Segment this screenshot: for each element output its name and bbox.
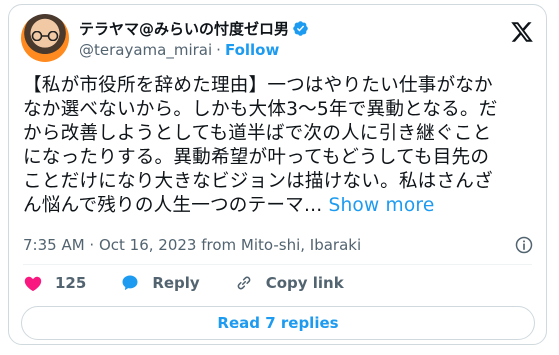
author-name-row: テラヤマ@みらいの忖度ゼロ男 [79, 18, 309, 39]
tweet-text-last-line: ん悩んで残りの人生一つのテーマ... Show more [23, 194, 535, 218]
tweet-text-line: から改善しようとしても道半ばで次の人に引き継ぐこと [23, 123, 492, 144]
tweet-text-line: 【私が市役所を辞めた理由】一つはやりたい仕事がなか [23, 75, 493, 96]
heart-icon [24, 276, 42, 292]
avatar[interactable] [21, 14, 69, 62]
tweet-timestamp[interactable]: 7:35 AM · Oct 16, 2023 from Mito-shi, Ib… [23, 236, 361, 254]
tweet-text: 【私が市役所を辞めた理由】一つはやりたい仕事がなか なか選べないから。しかも大体… [23, 74, 535, 218]
read-replies-button[interactable]: Read 7 replies [21, 306, 535, 340]
author-handle-row: @terayama_mirai · Follow [79, 41, 279, 59]
reply-button[interactable]: Reply [120, 273, 200, 293]
x-logo-icon[interactable] [510, 20, 534, 44]
avatar-glasses-graphic [31, 31, 59, 41]
author-handle[interactable]: @terayama_mirai [79, 41, 212, 59]
like-button[interactable]: 125 [23, 273, 86, 293]
like-count: 125 [55, 274, 87, 292]
copy-link-label: Copy link [265, 274, 344, 292]
tweet-text-line: ん悩んで残りの人生一つのテーマ... [23, 195, 323, 216]
author-display-name[interactable]: テラヤマ@みらいの忖度ゼロ男 [79, 18, 289, 39]
action-bar: 125 Reply Copy link [23, 273, 378, 293]
copy-link-button[interactable]: Copy link [234, 273, 344, 293]
separator-dot: · [216, 41, 221, 59]
info-icon[interactable] [514, 235, 534, 255]
tweet-text-line: になったりする。異動希望が叶ってもどうしても目先の [23, 147, 490, 168]
reply-bubble-icon [122, 275, 138, 291]
tweet-text-line: なか選べないから。しかも大体3〜5年で異動となる。だ [23, 99, 498, 120]
show-more-link[interactable]: Show more [328, 195, 434, 216]
tweet-card: テラヤマ@みらいの忖度ゼロ男 @terayama_mirai · Follow … [8, 4, 547, 345]
link-icon [237, 276, 251, 290]
verified-badge-icon [293, 21, 308, 36]
divider [23, 264, 532, 265]
reply-label: Reply [152, 274, 200, 292]
tweet-text-line: ことだけになり大きなビジョンは描けない。私はさんざ [23, 171, 493, 192]
follow-button[interactable]: Follow [225, 41, 279, 59]
